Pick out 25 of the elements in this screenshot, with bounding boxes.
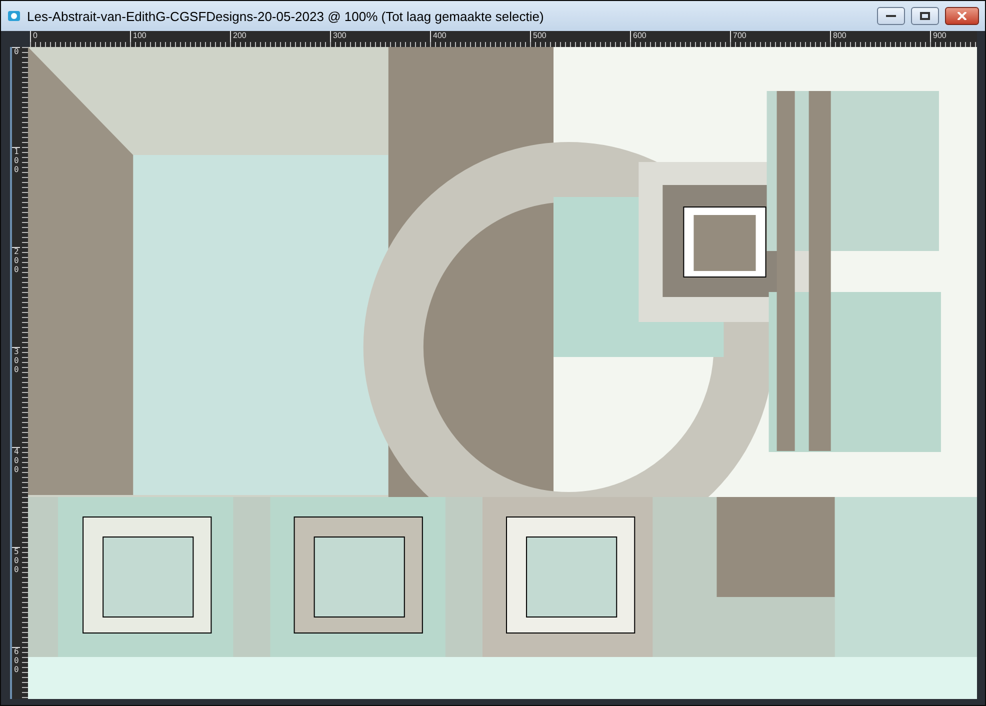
maximize-button[interactable] (911, 7, 939, 25)
window-title: Les-Abstrait-van-EdithG-CGSFDesigns-20-05-2023 @ 100% (Tot laag gemaakte selectie) (27, 8, 545, 24)
close-button[interactable] (945, 7, 979, 25)
maximize-icon (920, 12, 930, 20)
ruler-label: 300 (12, 347, 20, 447)
ruler-label: 600 (630, 31, 730, 42)
ruler-label: 300 (330, 31, 430, 42)
ruler-label: 0 (30, 31, 130, 42)
ruler-label: 200 (230, 31, 330, 42)
ruler-label: 800 (830, 31, 930, 42)
ruler-label: 500 (530, 31, 630, 42)
minimize-icon (886, 14, 896, 18)
close-icon (957, 12, 967, 20)
ruler-label: 700 (730, 31, 830, 42)
ruler-label: 0 (12, 47, 20, 147)
ruler-label: 100 (12, 147, 20, 247)
ruler-label: 600 (12, 647, 20, 699)
ruler-label: 900 (930, 31, 986, 42)
ruler-label: 400 (430, 31, 530, 42)
ruler-label: 200 (12, 247, 20, 347)
ruler-label: 500 (12, 547, 20, 647)
ruler-label: 100 (130, 31, 230, 42)
app-icon (7, 9, 21, 23)
ruler-label: 400 (12, 447, 20, 547)
minimize-button[interactable] (877, 7, 905, 25)
